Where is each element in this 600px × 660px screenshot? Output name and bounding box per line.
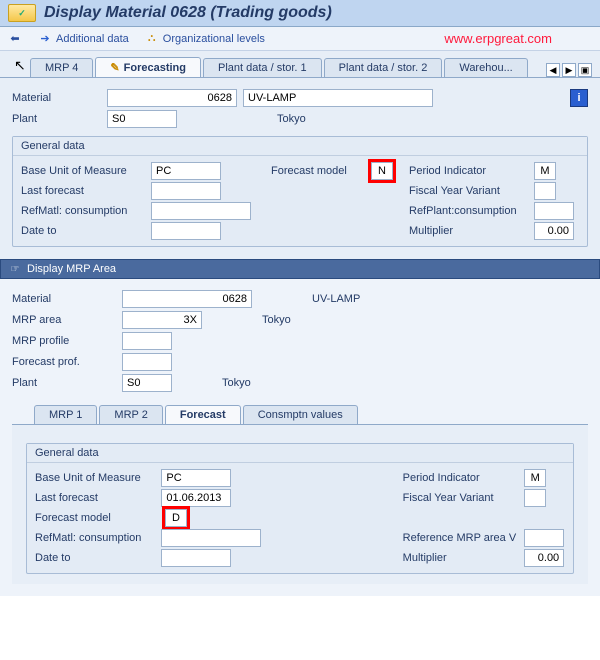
mult-field[interactable]: 0.00	[534, 222, 574, 240]
dateto-label-2: Date to	[35, 552, 161, 564]
group-title: General data	[13, 137, 587, 156]
arrow-right-icon: ➔	[38, 32, 52, 46]
mrparea-field[interactable]: 3X	[122, 311, 202, 329]
tab-mrp4[interactable]: MRP 4	[30, 58, 93, 77]
mult-field-2[interactable]: 0.00	[524, 549, 564, 567]
back-icon: ⬅	[8, 32, 22, 46]
lastfc-label: Last forecast	[21, 185, 151, 197]
plant-label: Plant	[12, 113, 107, 125]
tab-list-button[interactable]: ▣	[578, 63, 592, 77]
fcmodel-field-2[interactable]: D	[165, 509, 187, 527]
lastfc-field-2[interactable]: 01.06.2013	[161, 489, 231, 507]
material-label-2: Material	[12, 293, 122, 305]
org-levels-label: Organizational levels	[163, 33, 265, 45]
refmatl-field[interactable]	[151, 202, 251, 220]
fcprof-label: Forecast prof.	[12, 356, 122, 368]
mrp-area-header: ☞ Display MRP Area	[0, 259, 600, 279]
material-desc-field[interactable]: UV-LAMP	[243, 89, 433, 107]
material-code-field[interactable]: 0628	[107, 89, 237, 107]
period-field-2[interactable]: M	[524, 469, 546, 487]
refplant-field[interactable]	[534, 202, 574, 220]
org-levels-link[interactable]: ⛬ Organizational levels	[145, 32, 265, 46]
buom-field-2[interactable]: PC	[161, 469, 231, 487]
period-label: Period Indicator	[409, 165, 534, 177]
additional-data-label: Additional data	[56, 33, 129, 45]
material-label: Material	[12, 92, 107, 104]
lastfc-field[interactable]	[151, 182, 221, 200]
plant-label-2: Plant	[12, 377, 122, 389]
tab-plant-stor1[interactable]: Plant data / stor. 1	[203, 58, 322, 77]
additional-data-link[interactable]: ➔ Additional data	[38, 32, 129, 46]
group-title-2: General data	[27, 444, 573, 463]
mrparea-text: Tokyo	[262, 314, 291, 326]
period-label-2: Period Indicator	[403, 472, 525, 484]
section-title: Display MRP Area	[27, 263, 116, 275]
fcmodel-label-2: Forecast model	[35, 512, 165, 524]
tab-prev-button[interactable]: ◀	[546, 63, 560, 77]
general-data-group-upper: General data Base Unit of Measure PC For…	[12, 136, 588, 247]
mult-label: Multiplier	[409, 225, 534, 237]
cursor-icon: ↖	[14, 57, 26, 74]
mrparea-label: MRP area	[12, 314, 122, 326]
tab-mrp1[interactable]: MRP 1	[34, 405, 97, 424]
lower-tabstrip: MRP 1 MRP 2 Forecast Consmptn values	[12, 395, 588, 425]
dateto-label: Date to	[21, 225, 151, 237]
page-title: Display Material 0628 (Trading goods)	[44, 4, 332, 22]
lower-tab-pane: General data Base Unit of Measure PC Per…	[12, 425, 588, 584]
info-button[interactable]: i	[570, 89, 588, 107]
toolbar: ⬅ ➔ Additional data ⛬ Organizational lev…	[0, 27, 600, 51]
refplant-label: RefPlant:consumption	[409, 205, 534, 217]
refmatl-label-2: RefMatl: consumption	[35, 532, 161, 544]
fyv-field[interactable]	[534, 182, 556, 200]
app-icon	[8, 4, 36, 22]
tab-consmptn[interactable]: Consmptn values	[243, 405, 358, 424]
lastfc-label-2: Last forecast	[35, 492, 161, 504]
fcmodel-label: Forecast model	[271, 165, 371, 177]
buom-label: Base Unit of Measure	[21, 165, 151, 177]
upper-tabstrip: ↖ MRP 4 ✎Forecasting Plant data / stor. …	[0, 51, 600, 78]
hierarchy-icon: ⛬	[145, 32, 159, 46]
tab-plant-stor2[interactable]: Plant data / stor. 2	[324, 58, 443, 77]
refarea-label: Reference MRP area V	[403, 532, 525, 544]
buom-label-2: Base Unit of Measure	[35, 472, 161, 484]
tab-nav: ◀ ▶ ▣	[546, 63, 592, 77]
dateto-field[interactable]	[151, 222, 221, 240]
mrpprofile-label: MRP profile	[12, 335, 122, 347]
tab-forecast[interactable]: Forecast	[165, 405, 241, 424]
refmatl-label: RefMatl: consumption	[21, 205, 151, 217]
buom-field[interactable]: PC	[151, 162, 221, 180]
dateto-field-2[interactable]	[161, 549, 231, 567]
tab-warehouse[interactable]: Warehou...	[444, 58, 527, 77]
fyv-label-2: Fiscal Year Variant	[403, 492, 525, 504]
refarea-field[interactable]	[524, 529, 564, 547]
tab-mrp2[interactable]: MRP 2	[99, 405, 162, 424]
material-code-field-2[interactable]: 0628	[122, 290, 252, 308]
tab-forecasting[interactable]: ✎Forecasting	[95, 57, 201, 77]
period-field[interactable]: M	[534, 162, 556, 180]
mult-label-2: Multiplier	[403, 552, 525, 564]
upper-pane: Material 0628 UV-LAMP i Plant S0 Tokyo G…	[0, 78, 600, 259]
pencil-icon: ✎	[110, 62, 119, 74]
refmatl-field-2[interactable]	[161, 529, 261, 547]
back-button[interactable]: ⬅	[8, 32, 22, 46]
plant-text-2: Tokyo	[222, 377, 251, 389]
fcmodel-field[interactable]: N	[371, 162, 393, 180]
title-bar: Display Material 0628 (Trading goods)	[0, 0, 600, 27]
display-icon: ☞	[9, 263, 21, 275]
general-data-group-lower: General data Base Unit of Measure PC Per…	[26, 443, 574, 574]
fyv-label: Fiscal Year Variant	[409, 185, 534, 197]
watermark: www.erpgreat.com	[444, 31, 552, 46]
plant-code-field[interactable]: S0	[107, 110, 177, 128]
plant-field-2[interactable]: S0	[122, 374, 172, 392]
mrpprofile-field[interactable]	[122, 332, 172, 350]
material-desc-2: UV-LAMP	[312, 293, 360, 305]
mrp-area-pane: Material 0628 UV-LAMP MRP area 3X Tokyo …	[0, 279, 600, 596]
tab-next-button[interactable]: ▶	[562, 63, 576, 77]
fyv-field-2[interactable]	[524, 489, 546, 507]
plant-text: Tokyo	[277, 113, 306, 125]
fcprof-field[interactable]	[122, 353, 172, 371]
